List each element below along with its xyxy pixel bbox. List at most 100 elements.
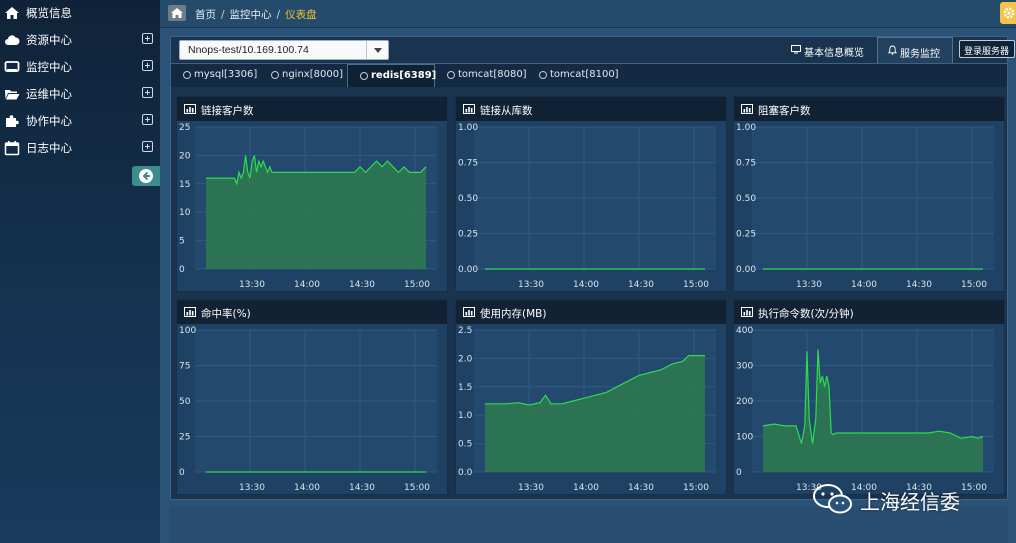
- y-tick-label: 2.5: [458, 326, 472, 336]
- tab-tomcat-8080[interactable]: tomcat[8080]: [447, 64, 531, 87]
- y-tick-label: 0.50: [736, 194, 756, 204]
- sidebar-item-label: 日志中心: [26, 141, 72, 155]
- y-tick-label: 1.00: [736, 123, 756, 133]
- tab-mysql[interactable]: mysql[3306]: [183, 64, 263, 87]
- chart-title: 执行命令数(次/分钟): [758, 308, 854, 320]
- chart-plot: 25 20 15 10 5 0 13:30 14:00 14:30 15:00: [179, 123, 437, 290]
- chart-plot: 1.00 0.75 0.50 0.25 0.00 13:30 14:00 14:30 15:00: [458, 123, 716, 290]
- monitor-icon: [791, 45, 801, 54]
- main-area: 首页 / 监控中心 / 仪表盘 Nnops-test/10.169.100.74 基本信…: [160, 0, 1016, 543]
- y-tick-label: 25: [179, 123, 190, 133]
- clock-icon: [183, 71, 191, 79]
- x-tick-label: 14:00: [851, 280, 877, 290]
- y-tick-label: 15: [179, 180, 190, 190]
- x-tick-label: 14:00: [294, 483, 320, 493]
- sidebar-item-overview[interactable]: 概览信息: [0, 0, 160, 27]
- arrow-left-icon: [139, 169, 153, 183]
- folder-open-icon: [5, 90, 20, 100]
- home-button[interactable]: [168, 5, 186, 21]
- y-tick-label: 0.25: [736, 230, 756, 240]
- y-tick-label: 0: [179, 468, 185, 478]
- x-tick-label: 14:00: [294, 280, 320, 290]
- clock-icon: [360, 72, 368, 80]
- y-tick-label: 0.5: [458, 440, 472, 450]
- bar-chart-icon: [741, 307, 753, 317]
- expand-icon[interactable]: [142, 114, 153, 125]
- chart-card-connected-slaves: 链接从库数 1.00 0.75 0.50 0.25 0.00 13:30 14:00 14:3…: [455, 96, 727, 292]
- tab-tomcat-8100[interactable]: tomcat[8100]: [539, 64, 623, 87]
- sidebar-collapse-button[interactable]: [132, 166, 160, 186]
- x-tick-label: 14:30: [349, 280, 375, 290]
- sidebar-item-label: 监控中心: [26, 60, 72, 74]
- watermark-text: 上海经信委: [860, 490, 960, 514]
- expand-icon[interactable]: [142, 60, 153, 71]
- service-tabs: mysql[3306] nginx[8000] redis[6389] tomc…: [171, 63, 1007, 87]
- y-tick-label: 2.0: [458, 354, 473, 364]
- chart-card-hit-rate: 命中率(%) 100 75 50 25 0 13:30 14:00 14:30 15:00: [176, 299, 448, 495]
- y-tick-label: 0.75: [458, 159, 478, 169]
- x-tick-label: 14:30: [906, 280, 932, 290]
- calendar-icon: [4, 141, 20, 156]
- bar-chart-icon: [184, 104, 196, 114]
- sidebar-item-monitor[interactable]: 监控中心: [0, 54, 160, 81]
- y-tick-label: 50: [179, 397, 191, 407]
- chart-title: 阻塞客户数: [758, 105, 811, 117]
- expand-icon[interactable]: [142, 87, 153, 98]
- expand-icon[interactable]: [142, 141, 153, 152]
- y-tick-label: 75: [179, 362, 190, 372]
- sidebar: 概览信息 资源中心 监控中心 运维中心 协作中心 日志中心: [0, 0, 160, 543]
- bar-chart-icon: [741, 104, 753, 114]
- tab-basic-info[interactable]: 基本信息概览: [783, 37, 871, 63]
- monitor-icon: [4, 61, 20, 72]
- x-tick-label: 14:30: [628, 483, 654, 493]
- x-tick-label: 15:00: [683, 280, 709, 290]
- tab-label: mysql[3306]: [194, 69, 258, 80]
- x-tick-label: 14:30: [349, 483, 375, 493]
- chart-plot: 400300200100013:30 14:00 14:30 15:00: [736, 326, 994, 493]
- sidebar-item-resources[interactable]: 资源中心: [0, 27, 160, 54]
- x-tick-label: 15:00: [961, 280, 987, 290]
- y-tick-label: 400: [736, 326, 753, 336]
- x-tick-label: 14:30: [628, 280, 654, 290]
- breadcrumb-current: 仪表盘: [285, 9, 317, 21]
- y-tick-label: 25: [179, 433, 190, 443]
- wechat-logo-icon: [813, 484, 852, 514]
- chart-plot: 100 75 50 25 0 13:30 14:00 14:30 15:00: [179, 326, 437, 493]
- chart-card-memory-used: 使用内存(MB) 2.5 2.0 1.5 1.0 0.5 0.0 13:30 14:00 14:…: [455, 299, 727, 495]
- y-tick-label: 100: [736, 433, 753, 443]
- gear-icon: [1003, 7, 1015, 19]
- sidebar-item-ops[interactable]: 运维中心: [0, 81, 160, 108]
- tab-redis[interactable]: redis[6389]: [347, 64, 436, 87]
- y-tick-label: 0.00: [736, 265, 756, 275]
- puzzle-icon: [6, 115, 19, 127]
- y-tick-label: 1.00: [458, 123, 478, 133]
- chart-plot: 2.5 2.0 1.5 1.0 0.5 0.0 13:30 14:00 14:30 15:00: [458, 326, 716, 493]
- tab-service-monitor[interactable]: 服务监控: [877, 37, 953, 63]
- x-tick-label: 15:00: [404, 280, 430, 290]
- sidebar-item-collab[interactable]: 协作中心: [0, 108, 160, 135]
- breadcrumb-monitor[interactable]: 监控中心: [230, 9, 272, 21]
- sidebar-item-label: 运维中心: [26, 87, 72, 101]
- chart-card-connected-clients: 链接客户数 25 20 15 10 5 0 13:30 14:00 14:30 15:00: [176, 96, 448, 292]
- bar-chart-icon: [463, 307, 475, 317]
- x-tick-label: 13:30: [518, 280, 544, 290]
- chart-grid: 1.00 0.75 0.50 0.25 0.00 13:30 14:00 14:30 15:00: [736, 123, 994, 290]
- chart-card-blocked-clients: 阻塞客户数 1.00 0.75 0.50 0.25 0.00 13:30 14:00 14:3…: [733, 96, 1005, 292]
- sidebar-item-logs[interactable]: 日志中心: [0, 135, 160, 162]
- host-select[interactable]: Nnops-test/10.169.100.74: [179, 40, 389, 60]
- y-tick-label: 10: [179, 208, 191, 218]
- login-server-label: 登录服务器: [964, 47, 1010, 57]
- tab-nginx[interactable]: nginx[8000]: [271, 64, 347, 87]
- login-server-button[interactable]: 登录服务器: [959, 40, 1015, 58]
- y-tick-label: 20: [179, 151, 191, 161]
- settings-button[interactable]: [1000, 2, 1016, 24]
- chevron-down-icon[interactable]: [366, 41, 388, 59]
- chart-grid: 1.00 0.75 0.50 0.25 0.00 13:30 14:00 14:30 15:00: [458, 123, 716, 290]
- x-tick-label: 13:30: [239, 483, 265, 493]
- expand-icon[interactable]: [142, 33, 153, 44]
- y-tick-label: 5: [179, 237, 185, 247]
- bar-chart-icon: [184, 307, 196, 317]
- y-tick-label: 0.25: [458, 230, 478, 240]
- sidebar-item-label: 资源中心: [26, 33, 72, 47]
- breadcrumb-home[interactable]: 首页: [195, 9, 216, 21]
